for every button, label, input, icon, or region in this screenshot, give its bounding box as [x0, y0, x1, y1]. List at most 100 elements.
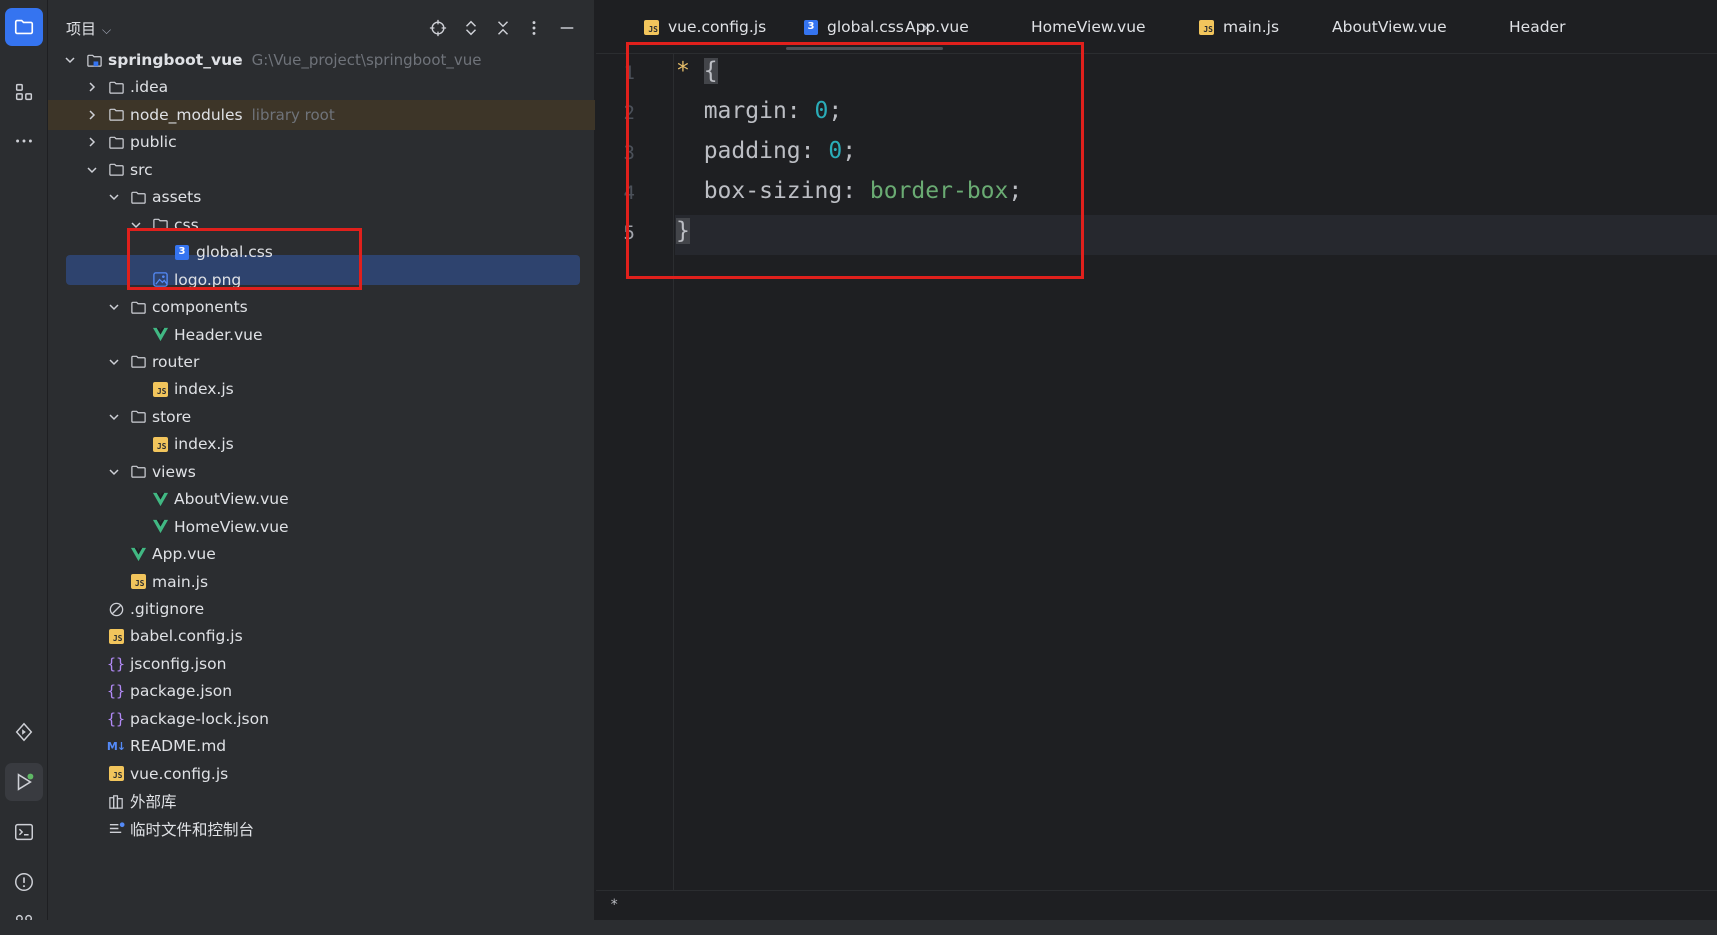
tree-item[interactable]: src: [48, 155, 580, 185]
expand-all-button[interactable]: [460, 17, 482, 39]
tree-item[interactable]: springboot_vue G:\Vue_project\springboot_…: [48, 45, 580, 75]
minimize-icon: [560, 27, 574, 29]
tree-item-label: public: [130, 133, 177, 152]
scratch-icon: [107, 820, 125, 838]
tree-item-label: vue.config.js: [130, 764, 229, 783]
tree-item-label: .gitignore: [130, 600, 205, 618]
options-button[interactable]: [523, 17, 545, 39]
tree-item[interactable]: components: [48, 292, 580, 322]
folder-icon: [107, 78, 125, 96]
vue-file-icon: [129, 545, 147, 563]
tab-label: HomeView.vue: [1031, 18, 1146, 36]
editor-tab[interactable]: Header: [1500, 0, 1565, 54]
chevron-down-icon[interactable]: [85, 163, 99, 177]
tree-item[interactable]: .idea: [48, 72, 580, 102]
tree-item[interactable]: {} jsconfig.json: [48, 649, 580, 679]
services-tool-button[interactable]: [5, 713, 43, 751]
problems-tool-button[interactable]: [5, 863, 43, 901]
tree-item[interactable]: JS babel.config.js: [48, 621, 580, 651]
chevron-right-icon[interactable]: [85, 135, 99, 149]
gitignore-file-icon: [107, 600, 125, 618]
tree-item[interactable]: store: [48, 402, 580, 432]
collapse-all-button[interactable]: [492, 17, 514, 39]
run-icon: [17, 773, 34, 791]
chevron-right-icon[interactable]: [85, 80, 99, 94]
folder-icon: [129, 408, 147, 426]
module-folder-icon: [85, 51, 103, 69]
chevron-down-icon[interactable]: [107, 355, 121, 369]
tree-item-label: src: [130, 160, 153, 179]
chevron-down-icon[interactable]: [107, 410, 121, 424]
vue-file-icon: [151, 518, 169, 536]
tree-item-label: HomeView.vue: [174, 517, 289, 536]
tree-item[interactable]: assets: [48, 182, 580, 212]
tree-item-label: README.md: [130, 737, 227, 756]
folder-icon: [129, 188, 147, 206]
tree-item[interactable]: {} package-lock.json: [48, 704, 580, 734]
json-file-icon: {}: [106, 654, 126, 673]
chevron-right-icon[interactable]: [85, 108, 99, 122]
chevron-down-icon[interactable]: [107, 300, 121, 314]
tree-item[interactable]: public: [48, 127, 580, 157]
annotation-box-code: [626, 42, 1084, 279]
minimize-button[interactable]: [556, 17, 578, 39]
run-tool-button[interactable]: [5, 763, 43, 801]
javascript-file-icon: JS: [151, 380, 169, 398]
tree-item-label: 临时文件和控制台: [130, 820, 255, 839]
tab-label: App.vue: [905, 18, 969, 36]
tree-item[interactable]: .gitignore: [48, 594, 580, 624]
css-file-icon: 3: [804, 19, 818, 35]
tree-item-label: springboot_vue: [108, 51, 243, 69]
tree-item[interactable]: JS vue.config.js: [48, 759, 580, 789]
breadcrumb[interactable]: *: [610, 897, 618, 913]
structure-tool-button[interactable]: [5, 73, 43, 111]
tree-item[interactable]: 外部库: [48, 786, 580, 816]
tree-item[interactable]: AboutView.vue: [48, 484, 580, 514]
javascript-file-icon: JS: [107, 627, 125, 645]
editor-tab[interactable]: JS main.js: [1199, 0, 1279, 54]
javascript-file-icon: JS: [107, 765, 125, 783]
locate-button[interactable]: [427, 17, 449, 39]
tree-item-label: index.js: [174, 380, 234, 399]
tree-item[interactable]: 临时文件和控制台: [48, 814, 580, 844]
tree-item[interactable]: {} package.json: [48, 676, 580, 706]
collapse-all-icon: [497, 21, 509, 35]
tree-item[interactable]: App.vue: [48, 539, 580, 569]
chevron-down-icon[interactable]: [107, 465, 121, 479]
javascript-file-icon: JS: [151, 435, 169, 453]
tree-item[interactable]: HomeView.vue: [48, 512, 580, 542]
folder-icon: [129, 353, 147, 371]
chevron-down-icon: ⌵: [102, 23, 112, 37]
tree-item[interactable]: node_modules library root: [48, 99, 595, 130]
tree-item-hint: G:\Vue_project\springboot_vue: [251, 51, 482, 69]
tree-item[interactable]: views: [48, 457, 580, 487]
tree-item-label: App.vue: [152, 545, 216, 564]
tree-item-label: package.json: [130, 682, 233, 701]
editor-tab[interactable]: AboutView.vue: [1323, 0, 1447, 54]
tree-item[interactable]: JS index.js: [48, 429, 580, 459]
tree-item[interactable]: router: [48, 347, 580, 377]
tree-item[interactable]: Header.vue: [48, 320, 580, 350]
terminal-tool-button[interactable]: [5, 813, 43, 851]
project-tool-button[interactable]: [5, 8, 43, 46]
tab-label: global.css: [827, 18, 904, 36]
tree-item[interactable]: M↓ README.md: [48, 731, 580, 761]
tree-item[interactable]: JS index.js: [48, 374, 580, 404]
chevron-down-icon[interactable]: [63, 53, 77, 67]
expand-all-icon: [465, 20, 477, 36]
annotation-box-tree: [127, 228, 362, 290]
javascript-file-icon: JS: [644, 19, 659, 35]
chevron-down-icon[interactable]: [107, 190, 121, 204]
more-tools-button[interactable]: [5, 122, 43, 160]
tree-item-label: AboutView.vue: [174, 490, 289, 509]
tree-item[interactable]: JS main.js: [48, 567, 580, 597]
tab-label: vue.config.js: [668, 18, 767, 36]
json-file-icon: {}: [106, 682, 126, 701]
project-view-selector[interactable]: 项目 ⌵: [66, 18, 111, 39]
